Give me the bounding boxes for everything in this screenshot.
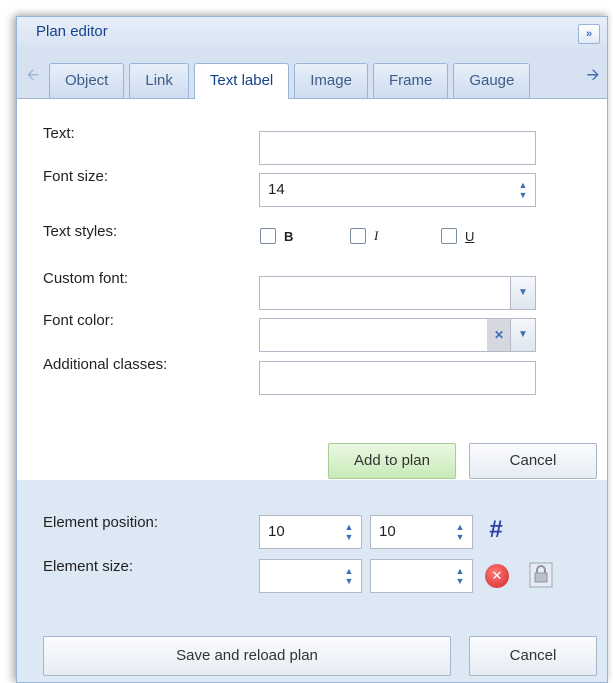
panel-title: Plan editor	[36, 23, 108, 40]
underline-label: U	[465, 228, 475, 244]
chevron-down-icon[interactable]: ▼	[510, 319, 535, 351]
element-size-label: Element size:	[43, 558, 134, 575]
grid-icon[interactable]: #	[483, 518, 509, 544]
tab-link[interactable]: Link	[129, 63, 189, 98]
italic-label: I	[374, 228, 379, 244]
text-label: Text:	[43, 125, 75, 142]
arrow-right-icon[interactable]: 🡪	[583, 61, 603, 91]
font-size-label: Font size:	[43, 168, 109, 185]
bold-option[interactable]: B	[260, 227, 293, 249]
font-size-spinner[interactable]: ▲ ▼	[511, 174, 535, 206]
position-section: Element position: 10 ▲ ▼ 10 ▲ ▼ # Element …	[17, 480, 607, 682]
tab-text-label[interactable]: Text label	[193, 63, 290, 99]
position-y-input[interactable]: 10 ▲ ▼	[370, 515, 473, 549]
bold-checkbox[interactable]	[260, 228, 276, 245]
element-position-label: Element position:	[43, 514, 159, 531]
footer-cancel-button[interactable]: Cancel	[469, 636, 597, 676]
custom-font-label: Custom font:	[43, 270, 129, 287]
text-styles-label: Text styles:	[43, 223, 118, 240]
tab-bar: 🡨 Object Link Text label Image Frame Gauge 🡪	[17, 53, 607, 99]
underline-checkbox[interactable]	[441, 228, 457, 245]
text-input[interactable]	[259, 131, 536, 165]
custom-font-select[interactable]: ▼	[259, 276, 536, 310]
font-color-label: Font color:	[43, 312, 114, 329]
height-spinner[interactable]: ▲ ▼	[448, 560, 472, 592]
tab-image[interactable]: Image	[294, 63, 368, 98]
arrow-left-icon[interactable]: 🡨	[23, 61, 43, 91]
position-x-input[interactable]: 10 ▲ ▼	[259, 515, 362, 549]
clear-icon[interactable]: ✕	[487, 319, 511, 351]
width-input[interactable]: ▲ ▼	[259, 559, 362, 593]
panel-header: Plan editor »	[17, 17, 607, 53]
chevron-down-icon[interactable]: ▼	[510, 277, 535, 309]
position-y-value: 10	[379, 523, 396, 540]
tab-frame[interactable]: Frame	[372, 63, 449, 98]
italic-option[interactable]: I	[350, 227, 378, 249]
position-x-spinner[interactable]: ▲ ▼	[337, 516, 361, 548]
tab-object[interactable]: Object	[49, 63, 125, 98]
position-x-value: 10	[268, 523, 285, 540]
add-to-plan-button[interactable]: Add to plan	[328, 443, 456, 479]
position-y-spinner[interactable]: ▲ ▼	[448, 516, 472, 548]
bold-label: B	[284, 228, 294, 244]
collapse-button[interactable]: »	[578, 24, 600, 44]
cancel-button[interactable]: Cancel	[469, 443, 597, 479]
text-label-form: Text: Font size: 14 ▲ ▼ Text styles: B I …	[17, 99, 607, 480]
save-and-reload-button[interactable]: Save and reload plan	[43, 636, 451, 676]
additional-classes-input[interactable]	[259, 361, 536, 395]
tab-strip: Object Link Text label Image Frame Gauge	[49, 63, 579, 99]
font-color-select[interactable]: ✕ ▼	[259, 318, 536, 352]
additional-classes-label: Additional classes:	[43, 356, 168, 373]
font-size-input[interactable]: 14 ▲ ▼	[259, 173, 536, 207]
lock-icon[interactable]	[529, 562, 553, 588]
underline-option[interactable]: U	[441, 227, 474, 249]
italic-checkbox[interactable]	[350, 228, 366, 245]
plan-editor-panel: Plan editor » 🡨 Object Link Text label Imag…	[16, 16, 608, 683]
height-input[interactable]: ▲ ▼	[370, 559, 473, 593]
width-spinner[interactable]: ▲ ▼	[337, 560, 361, 592]
tab-gauge[interactable]: Gauge	[453, 63, 531, 98]
remove-icon[interactable]: ✕	[485, 564, 509, 588]
font-size-value: 14	[268, 181, 285, 198]
